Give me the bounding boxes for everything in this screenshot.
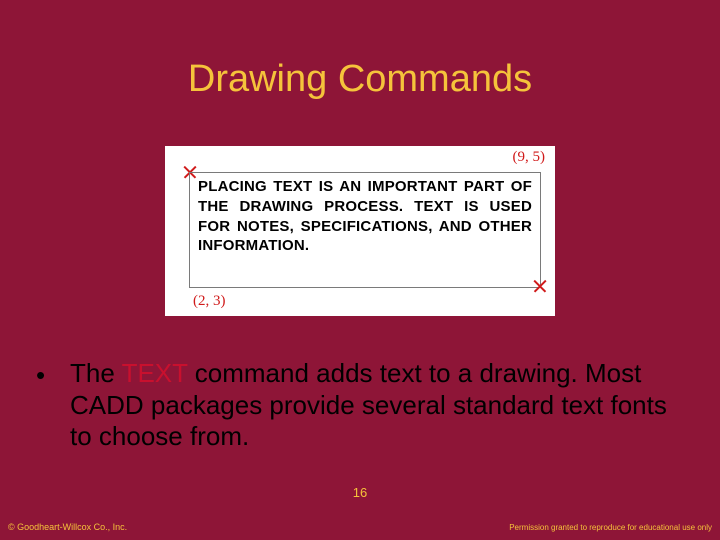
bullet-text-pre: The [70, 358, 122, 388]
corner-marker-icon [533, 279, 547, 293]
permission-footer: Permission granted to reproduce for educ… [509, 523, 712, 532]
coordinate-top-right: (9, 5) [513, 149, 546, 166]
page-number: 16 [0, 485, 720, 500]
slide: Drawing Commands (9, 5) PLACING TEXT IS … [0, 0, 720, 540]
bullet-marker: • [36, 358, 70, 453]
bullet-item: • The TEXT command adds text to a drawin… [36, 358, 690, 453]
bullet-text: The TEXT command adds text to a drawing.… [70, 358, 690, 453]
text-bounding-box: PLACING TEXT IS AN IMPORTANT PART OF THE… [189, 172, 541, 288]
slide-title: Drawing Commands [0, 58, 720, 101]
coordinate-bottom-left: (2, 3) [193, 293, 226, 310]
placed-text-content: PLACING TEXT IS AN IMPORTANT PART OF THE… [198, 177, 532, 256]
bullet-keyword: TEXT [122, 358, 188, 388]
bullet-list: • The TEXT command adds text to a drawin… [36, 358, 690, 453]
copyright-footer: © Goodheart-Willcox Co., Inc. [8, 522, 127, 532]
text-command-illustration: (9, 5) PLACING TEXT IS AN IMPORTANT PART… [165, 146, 555, 316]
